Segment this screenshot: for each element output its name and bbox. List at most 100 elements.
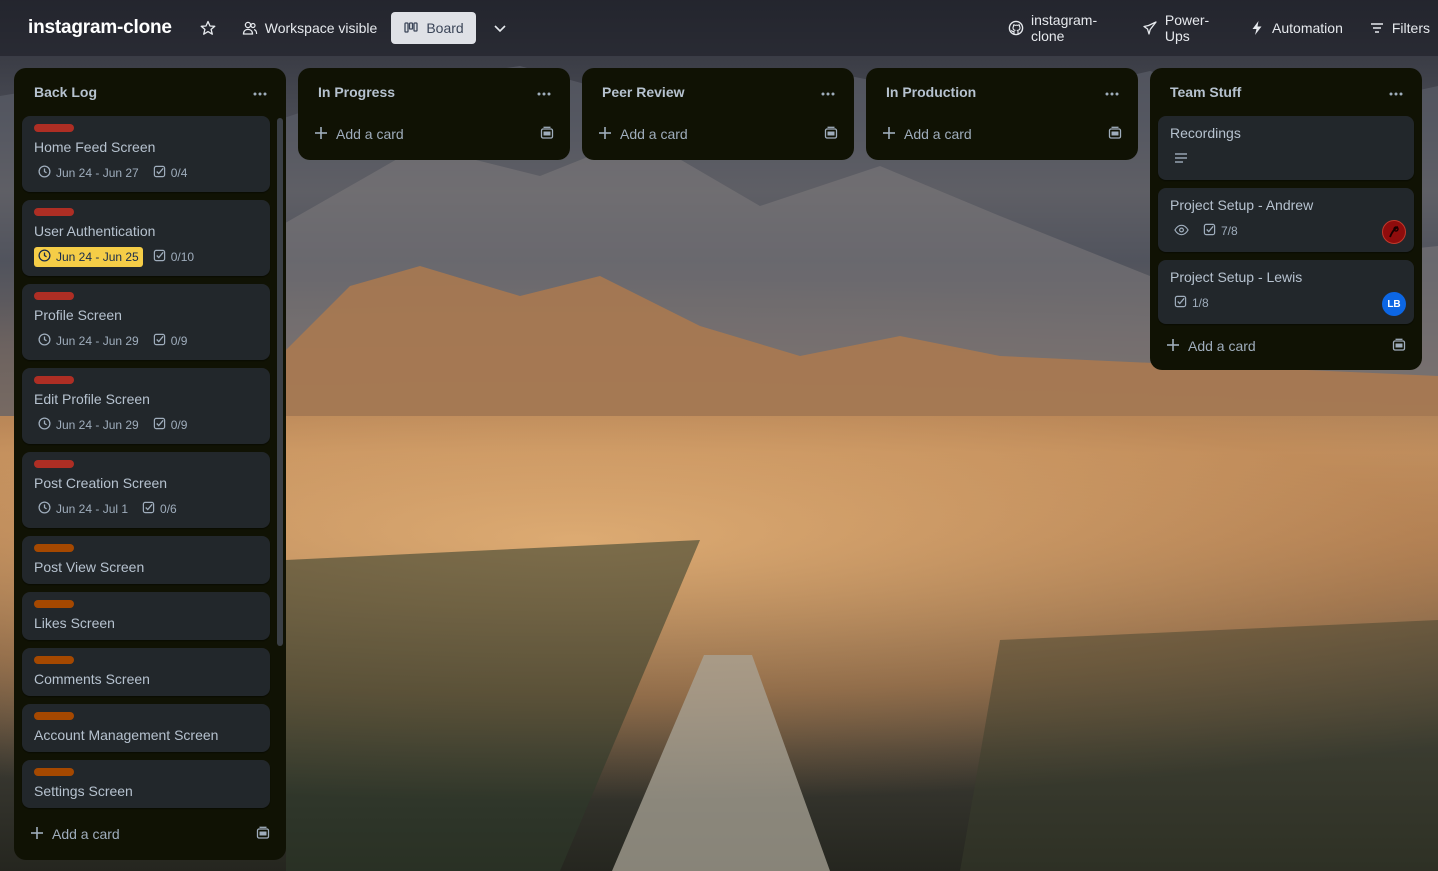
label-orange[interactable] (34, 600, 74, 608)
due-date-badge[interactable]: Jun 24 - Jun 27 (34, 163, 143, 183)
avatar[interactable] (1382, 220, 1406, 244)
card-likes-screen[interactable]: Likes Screen (22, 592, 270, 640)
label-orange[interactable] (34, 712, 74, 720)
list-back-log: Back Log Home Feed Screen Jun 24 - Jun 2… (14, 68, 286, 860)
template-icon[interactable] (540, 126, 554, 143)
card-badges: 7/8 (1170, 220, 1402, 242)
filters-label: Filters (1391, 20, 1430, 36)
checklist-icon (1174, 295, 1187, 311)
checklist-badge: 0/4 (149, 163, 192, 183)
template-icon[interactable] (256, 826, 270, 843)
list-title[interactable]: In Progress (318, 84, 395, 100)
template-icon[interactable] (824, 126, 838, 143)
board-view-button[interactable]: Board (391, 12, 476, 44)
due-date-badge[interactable]: Jun 24 - Jul 1 (34, 499, 132, 519)
list-title[interactable]: In Production (886, 84, 976, 100)
card-title: Home Feed Screen (34, 139, 156, 155)
add-card-label: Add a card (620, 126, 688, 142)
automation-button[interactable]: Automation (1241, 12, 1351, 44)
label-red[interactable] (34, 292, 74, 300)
watching-badge (1170, 222, 1193, 241)
plus-icon (598, 126, 612, 143)
card-profile-screen[interactable]: Profile Screen Jun 24 - Jun 29 0/9 (22, 284, 270, 360)
card-title: Post View Screen (34, 559, 145, 575)
plus-icon (1166, 338, 1180, 355)
clock-icon (38, 417, 51, 433)
list-menu-button[interactable] (814, 78, 842, 106)
visibility-button[interactable]: Workspace visible (234, 12, 386, 44)
card-user-authentication[interactable]: User Authentication Jun 24 - Jun 25 0/10 (22, 200, 270, 276)
label-orange[interactable] (34, 656, 74, 664)
label-red[interactable] (34, 460, 74, 468)
avatar[interactable]: LB (1382, 292, 1406, 316)
card-title: Settings Screen (34, 783, 133, 799)
filters-button[interactable]: Filters (1361, 12, 1438, 44)
github-button[interactable]: instagram-clone (1000, 12, 1124, 44)
add-card-button[interactable]: Add a card (22, 816, 278, 852)
list-menu-button[interactable] (246, 78, 274, 106)
due-date-text: Jun 24 - Jun 25 (56, 250, 139, 264)
due-date-text: Jun 24 - Jul 1 (56, 502, 129, 516)
template-icon[interactable] (1392, 338, 1406, 355)
label-red[interactable] (34, 376, 74, 384)
card-post-creation-screen[interactable]: Post Creation Screen Jun 24 - Jul 1 0/6 (22, 452, 270, 528)
automation-label: Automation (1272, 20, 1343, 36)
people-icon (242, 20, 258, 36)
card-project-setup-andrew[interactable]: Project Setup - Andrew 7/8 (1158, 188, 1414, 252)
rocket-icon (1142, 20, 1158, 36)
list-menu-button[interactable] (1382, 78, 1410, 106)
list-menu-button[interactable] (530, 78, 558, 106)
label-red[interactable] (34, 124, 74, 132)
card-badges (1170, 148, 1402, 170)
due-date-text: Jun 24 - Jun 29 (56, 334, 139, 348)
eye-icon (1174, 224, 1189, 239)
list-header: In Progress (298, 68, 570, 116)
card-title: Post Creation Screen (34, 475, 168, 491)
list-scrollbar[interactable] (277, 118, 283, 646)
card-home-feed-screen[interactable]: Home Feed Screen Jun 24 - Jun 27 0/4 (22, 116, 270, 192)
header-actions: instagram-clone Power-Ups Automation Fil… (1000, 12, 1438, 44)
card-recordings[interactable]: Recordings (1158, 116, 1414, 180)
card-title: Project Setup - Lewis (1170, 269, 1303, 285)
list-title[interactable]: Back Log (34, 84, 97, 100)
add-card-button[interactable]: Add a card (1158, 328, 1414, 364)
card-project-setup-lewis[interactable]: Project Setup - Lewis 1/8 LB (1158, 260, 1414, 324)
star-button[interactable] (192, 12, 224, 44)
label-orange[interactable] (34, 768, 74, 776)
avatar-image-icon (1389, 226, 1399, 238)
list-title[interactable]: Team Stuff (1170, 84, 1241, 100)
view-switcher-button[interactable] (484, 12, 516, 44)
add-card-button[interactable]: Add a card (306, 116, 562, 152)
checklist-icon (153, 417, 166, 433)
plus-icon (314, 126, 328, 143)
list-title[interactable]: Peer Review (602, 84, 685, 100)
list-header: In Production (866, 68, 1138, 116)
checklist-text: 7/8 (1221, 224, 1238, 238)
label-orange[interactable] (34, 544, 74, 552)
label-red[interactable] (34, 208, 74, 216)
card-settings-screen[interactable]: Settings Screen (22, 760, 270, 808)
card-edit-profile-screen[interactable]: Edit Profile Screen Jun 24 - Jun 29 0/9 (22, 368, 270, 444)
description-icon (1174, 152, 1188, 167)
list-menu-button[interactable] (1098, 78, 1126, 106)
board-title[interactable]: instagram-clone (28, 17, 172, 39)
add-card-button[interactable]: Add a card (874, 116, 1130, 152)
due-date-badge[interactable]: Jun 24 - Jun 29 (34, 415, 143, 435)
list-in-progress: In Progress Add a card (298, 68, 570, 160)
clock-icon (38, 501, 51, 517)
powerups-button[interactable]: Power-Ups (1134, 12, 1231, 44)
add-card-label: Add a card (904, 126, 972, 142)
checklist-badge: 0/9 (149, 331, 192, 351)
card-account-management-screen[interactable]: Account Management Screen (22, 704, 270, 752)
visibility-label: Workspace visible (264, 20, 378, 36)
due-date-badge[interactable]: Jun 24 - Jun 29 (34, 331, 143, 351)
template-icon[interactable] (1108, 126, 1122, 143)
due-date-badge[interactable]: Jun 24 - Jun 25 (34, 247, 143, 267)
card-title: Comments Screen (34, 671, 150, 687)
card-comments-screen[interactable]: Comments Screen (22, 648, 270, 696)
powerups-label: Power-Ups (1164, 12, 1210, 44)
card-title: Project Setup - Andrew (1170, 197, 1314, 213)
add-card-button[interactable]: Add a card (590, 116, 846, 152)
add-card-label: Add a card (1188, 338, 1256, 354)
card-post-view-screen[interactable]: Post View Screen (22, 536, 270, 584)
